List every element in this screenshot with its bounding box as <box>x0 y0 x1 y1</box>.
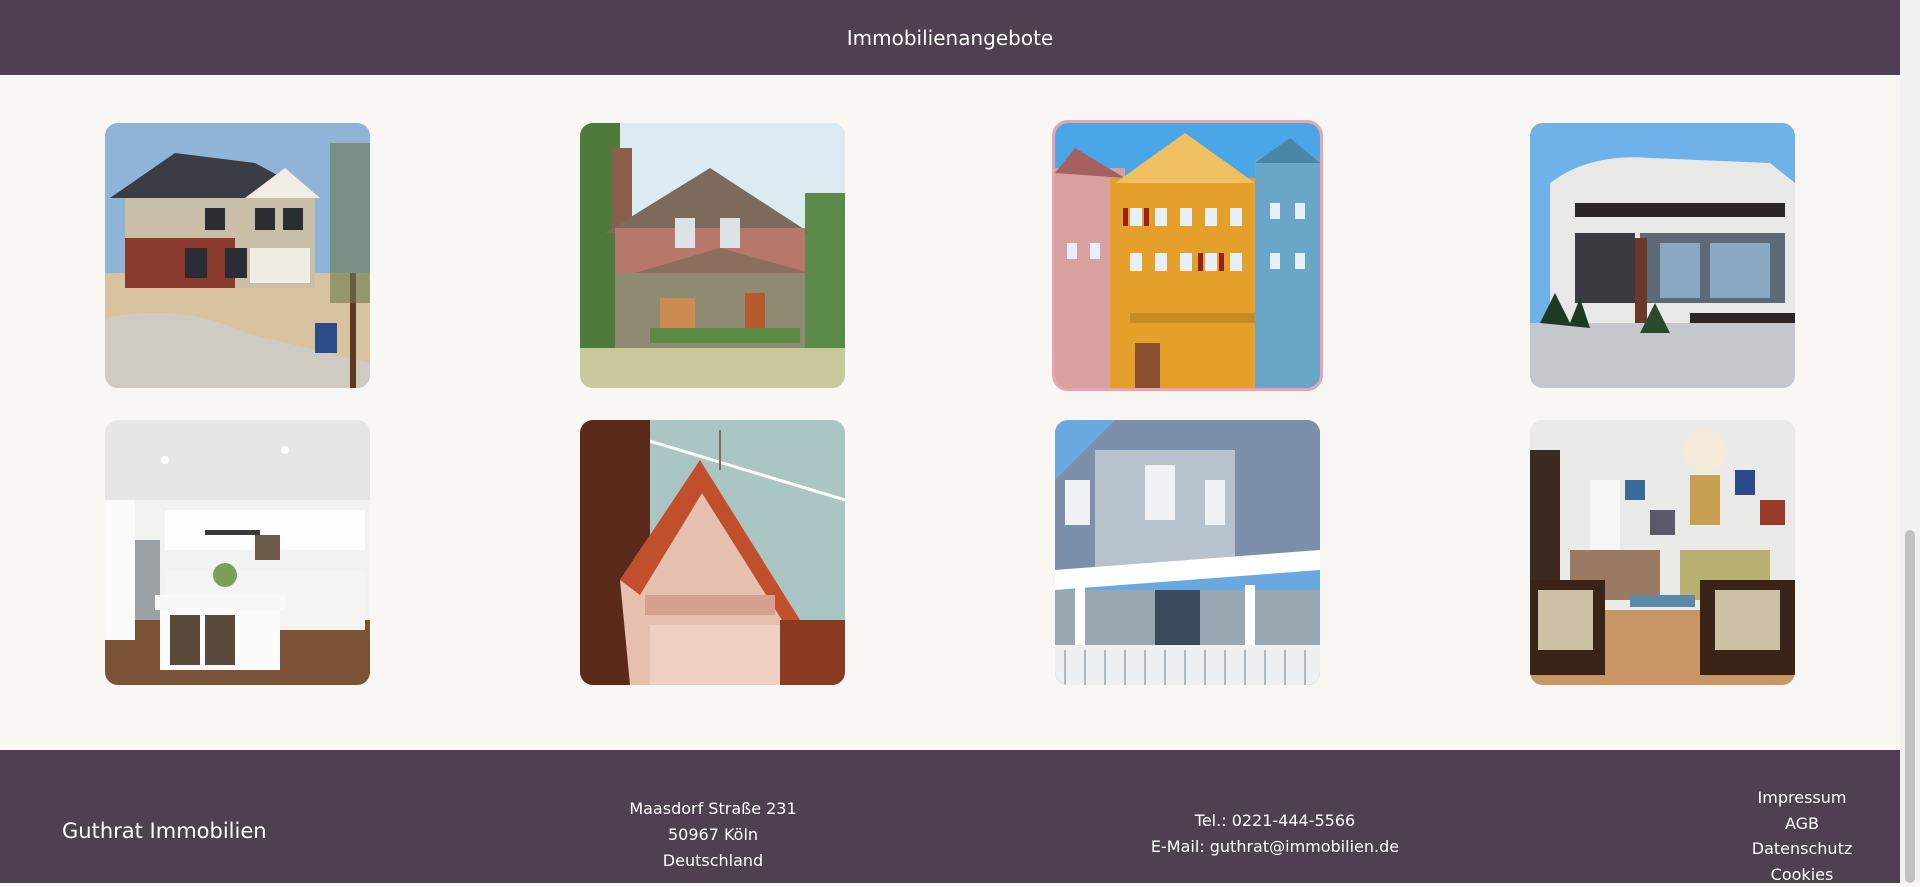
contact-email: E-Mail: guthrat@immobilien.de <box>1130 834 1420 860</box>
footer-address: Maasdorf Straße 231 50967 Köln Deutschla… <box>613 796 813 874</box>
page-footer: Guthrat Immobilien Maasdorf Straße 231 5… <box>0 750 1900 883</box>
house-photo-4 <box>1530 123 1795 388</box>
footer-link-cookies[interactable]: Cookies <box>1722 862 1882 887</box>
scrollbar-thumb[interactable] <box>1905 530 1915 883</box>
address-country: Deutschland <box>613 848 813 874</box>
address-city: 50967 Köln <box>613 822 813 848</box>
blue-house-photo <box>1055 420 1320 685</box>
footer-contact: Tel.: 0221-444-5566 E-Mail: guthrat@immo… <box>1130 808 1420 860</box>
living-room-photo <box>1530 420 1795 685</box>
contact-phone: Tel.: 0221-444-5566 <box>1130 808 1420 834</box>
footer-link-datenschutz[interactable]: Datenschutz <box>1722 836 1882 862</box>
footer-brand: Guthrat Immobilien <box>62 819 267 843</box>
footer-links: Impressum AGB Datenschutz Cookies <box>1722 785 1882 887</box>
property-image-4[interactable] <box>1530 123 1795 388</box>
house-photo-1 <box>105 123 370 388</box>
kitchen-photo <box>105 420 370 685</box>
property-image-8[interactable] <box>1530 420 1795 685</box>
page-scrollbar[interactable] <box>1900 0 1920 883</box>
page-header: Immobilienangebote <box>0 0 1900 75</box>
property-image-1[interactable] <box>105 123 370 388</box>
property-image-3[interactable] <box>1055 123 1320 388</box>
house-photo-3 <box>1055 123 1320 388</box>
property-gallery <box>0 75 1900 750</box>
footer-link-agb[interactable]: AGB <box>1722 811 1882 837</box>
house-photo-2 <box>580 123 845 388</box>
property-image-6[interactable] <box>580 420 845 685</box>
property-image-2[interactable] <box>580 123 845 388</box>
address-street: Maasdorf Straße 231 <box>613 796 813 822</box>
footer-link-impressum[interactable]: Impressum <box>1722 785 1882 811</box>
page-title: Immobilienangebote <box>847 26 1053 50</box>
property-image-5[interactable] <box>105 420 370 685</box>
property-image-7[interactable] <box>1055 420 1320 685</box>
gable-photo <box>580 420 845 685</box>
